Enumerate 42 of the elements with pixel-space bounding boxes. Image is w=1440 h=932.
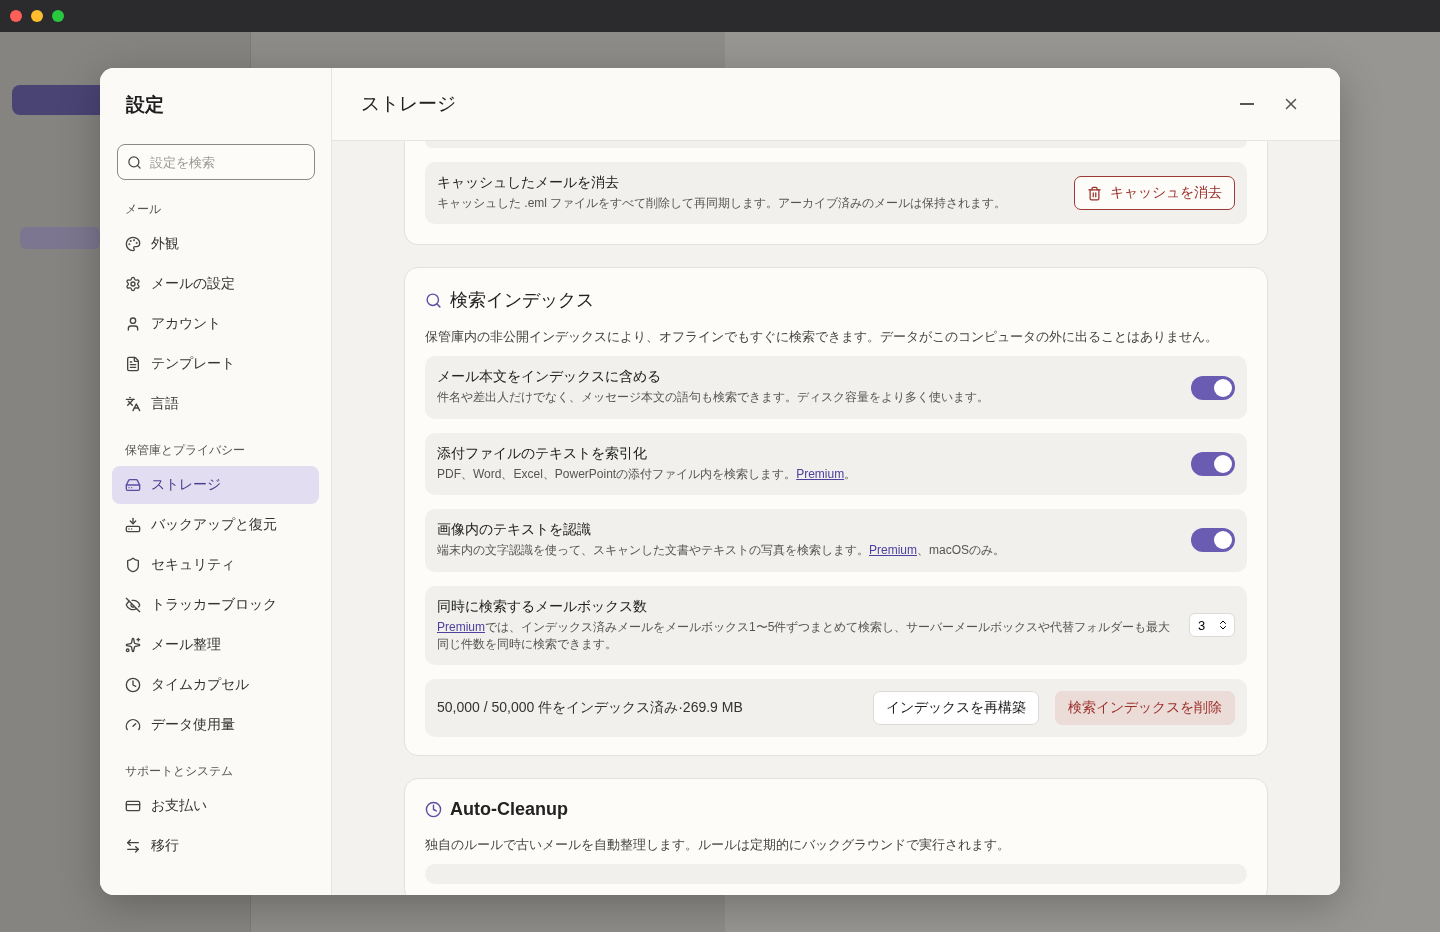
sidebar-item[interactable]: トラッカーブロック (112, 586, 319, 624)
sidebar-item[interactable]: 言語 (112, 385, 319, 423)
row-description: PDF、Word、Excel、PowerPointの添付ファイル内を検索します。Premium。 (437, 465, 858, 483)
card-title: Auto-Cleanup (450, 799, 568, 821)
rebuild-index-button[interactable]: インデックスを再構築 (873, 691, 1039, 726)
row-title: 添付ファイルのテキストを索引化 (437, 444, 648, 463)
sidebar-item[interactable]: 外観 (112, 225, 319, 263)
sidebar-item[interactable]: バックアップと復元 (112, 506, 319, 544)
clear-cache-button[interactable]: キャッシュを消去 (1074, 176, 1235, 211)
row-title: メール本文をインデックスに含める (437, 368, 662, 387)
sidebar-item[interactable]: メール整理 (112, 626, 319, 664)
row-title: キャッシュしたメールを消去 (437, 174, 620, 192)
row-description: 件名や差出人だけでなく、メッセージ本文の語句も検索できます。ディスク容量をより多く使います。 (437, 389, 990, 407)
sidebar-item[interactable]: データ使用量 (112, 706, 319, 744)
settings-title: 設定 (125, 93, 165, 117)
page-title: ストレージ (361, 92, 457, 116)
sidebar-item[interactable]: お支払い (112, 787, 319, 825)
card-description: 保管庫内の非公開インデックスにより、オフラインでもすぐに検索できます。データがこのコンピュータの外に出ることはありません。 (425, 328, 1219, 347)
premium-link[interactable]: Premium (437, 619, 485, 634)
row-description: Premiumでは、インデックス済みメールをメールボックス1〜5件ずつまとめて検索し、サーバーメールボックスや代替フォルダーも最大同じ件数を同時に検索できます。 (437, 618, 1172, 653)
row-description: 端末内の文字認識を使って、スキャンした文書やテキストの写真を検索します。Premium、macOSのみ。 (437, 542, 1007, 560)
index-status: 50,000 / 50,000 件をインデックス済み·269.9 MB (437, 699, 744, 718)
sidebar-item[interactable]: テンプレート (112, 345, 319, 383)
sidebar-item[interactable]: メールの設定 (112, 265, 319, 303)
card-title: 検索インデックス (450, 289, 594, 313)
number-stepper[interactable]: 3 (1189, 613, 1235, 638)
card-description: 独自のルールで古いメールを自動整理します。ルールは定期的にバックグラウンドで実行されます。 (425, 836, 1011, 855)
sidebar-item[interactable]: セキュリティ (112, 546, 319, 584)
sidebar-item[interactable]: 移行 (112, 827, 319, 865)
section-heading: サポートとシステム (124, 764, 234, 779)
row-title: 画像内のテキストを認識 (437, 521, 592, 540)
section-heading: メール (124, 202, 162, 217)
row-description: キャッシュした .eml ファイルをすべて削除して再同期します。アーカイブ済みのメールは保持されます。 (437, 195, 1008, 212)
row-title: 同時に検索するメールボックス数 (437, 597, 648, 616)
sidebar-item[interactable]: アカウント (112, 305, 319, 343)
premium-link[interactable]: Premium (796, 466, 845, 481)
delete-index-button[interactable]: 検索インデックスを削除 (1055, 691, 1235, 726)
sidebar-item[interactable]: ストレージ (112, 466, 319, 504)
search-field[interactable]: 設定を検索 (117, 144, 315, 180)
sidebar-item[interactable]: タイムカプセル (112, 666, 319, 704)
premium-link[interactable]: Premium (869, 543, 917, 558)
section-heading: 保管庫とプライバシー (124, 443, 246, 458)
